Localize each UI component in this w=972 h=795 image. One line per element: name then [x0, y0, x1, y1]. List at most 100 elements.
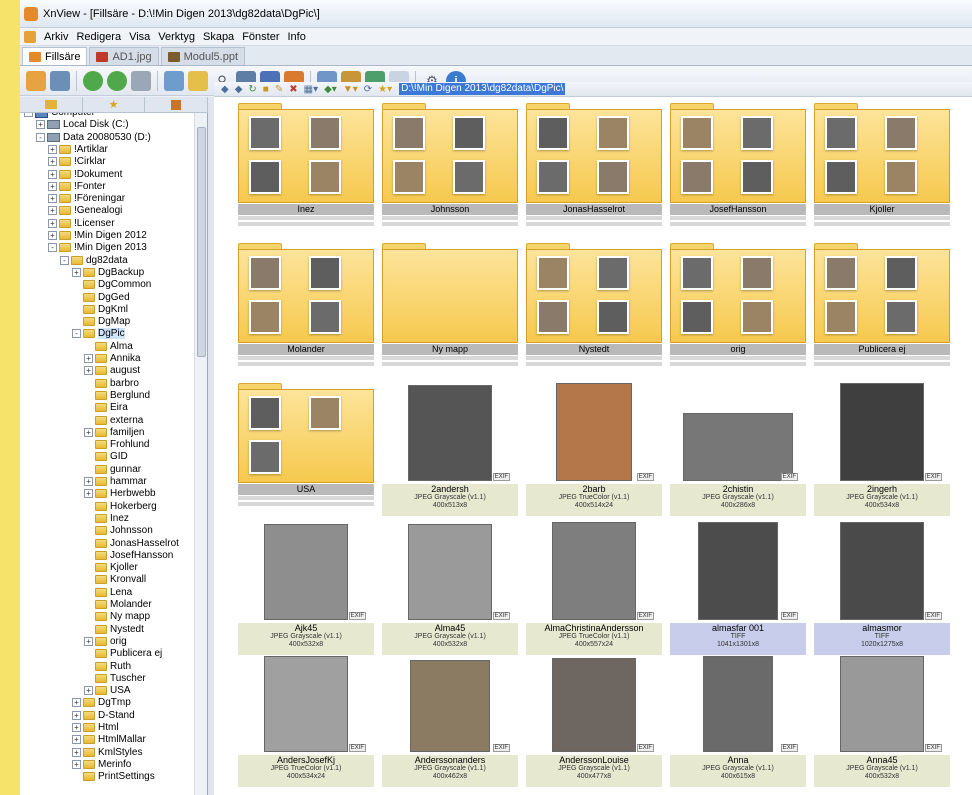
- favorites-icon[interactable]: ★▾: [378, 84, 392, 95]
- tree-node[interactable]: + !Licenser: [48, 217, 115, 230]
- tree-node[interactable]: - Data 20080530 (D:): [36, 131, 151, 144]
- open-icon[interactable]: [164, 70, 184, 91]
- menu-item[interactable]: Redigera: [72, 31, 125, 43]
- tree-node[interactable]: GID: [84, 450, 128, 463]
- tree-node[interactable]: + !Fonter: [48, 180, 106, 193]
- tree-node[interactable]: + hammar: [84, 475, 147, 488]
- tree-node[interactable]: JosefHansson: [84, 549, 173, 562]
- path-input[interactable]: D:\!Min Digen 2013\dg82data\DgPic\: [399, 83, 566, 95]
- refresh-view-icon[interactable]: ⟳: [364, 84, 372, 95]
- tree-node[interactable]: gunnar: [84, 463, 141, 476]
- tree-node[interactable]: JonasHasselrot: [84, 537, 179, 550]
- tree-node[interactable]: + DgTmp: [72, 696, 131, 709]
- expand-toggle-icon[interactable]: +: [48, 218, 57, 228]
- tree-node[interactable]: Molander: [84, 598, 152, 611]
- tree-node[interactable]: + Html: [72, 721, 119, 734]
- new-folder-icon[interactable]: [188, 70, 208, 91]
- expand-toggle-icon[interactable]: +: [72, 723, 81, 732]
- menu-item[interactable]: Skapa: [199, 31, 238, 43]
- menu-item[interactable]: Fönster: [238, 31, 283, 43]
- menu-item[interactable]: Verktyg: [154, 31, 199, 43]
- expand-toggle-icon[interactable]: +: [72, 698, 81, 708]
- tree-node[interactable]: PrintSettings: [72, 770, 155, 783]
- tree-node[interactable]: - dg82data: [60, 254, 128, 267]
- up-folder-icon[interactable]: [131, 70, 151, 91]
- tree-node[interactable]: + august: [84, 364, 140, 377]
- menu-item[interactable]: Visa: [125, 31, 154, 43]
- tree-node[interactable]: + HtmlMallar: [72, 733, 146, 746]
- tree-node[interactable]: + D-Stand: [72, 709, 135, 722]
- tab-2[interactable]: Modul5.ppt: [160, 47, 246, 65]
- expand-toggle-icon[interactable]: +: [48, 194, 57, 204]
- tree-node[interactable]: + KmlStyles: [72, 746, 142, 759]
- tree-node[interactable]: Publicera ej: [84, 647, 162, 660]
- tree-scrollbar[interactable]: [194, 113, 207, 795]
- expand-toggle-icon[interactable]: -: [60, 255, 69, 265]
- tree-node[interactable]: - !Min Digen 2013: [48, 241, 147, 254]
- back-icon[interactable]: [83, 70, 103, 91]
- tab-1[interactable]: AD1.jpg: [89, 47, 159, 65]
- folders-tab[interactable]: [20, 97, 83, 112]
- expand-toggle-icon[interactable]: +: [84, 366, 93, 376]
- tree-node[interactable]: + !Genealogi: [48, 204, 122, 217]
- tree-node[interactable]: + Merinfo: [72, 758, 131, 771]
- tree-node[interactable]: + !Dokument: [48, 168, 122, 181]
- tab-0[interactable]: Fillsäre: [22, 47, 88, 65]
- tree-node[interactable]: DgKml: [72, 303, 128, 316]
- expand-toggle-icon[interactable]: -: [48, 243, 57, 253]
- tree-node[interactable]: barbro: [84, 377, 139, 390]
- tree-node[interactable]: Tuscher: [84, 672, 146, 685]
- expand-toggle-icon[interactable]: -: [36, 132, 45, 142]
- menu-item[interactable]: Info: [283, 31, 309, 43]
- tree-node[interactable]: + Local Disk (C:): [36, 118, 129, 131]
- tree-node[interactable]: Alma: [84, 340, 133, 353]
- fullscreen-icon[interactable]: [50, 70, 70, 91]
- expand-toggle-icon[interactable]: +: [84, 354, 93, 363]
- tree-node[interactable]: Ny mapp: [84, 610, 150, 623]
- tree-node[interactable]: DgMap: [72, 315, 130, 328]
- expand-toggle-icon[interactable]: +: [84, 636, 93, 646]
- tree-node[interactable]: + !Min Digen 2012: [48, 229, 147, 242]
- tree-node[interactable]: Eira: [84, 401, 128, 414]
- edit-icon[interactable]: ✎: [275, 84, 283, 95]
- tree-scrollbar-thumb[interactable]: [197, 127, 206, 357]
- expand-toggle-icon[interactable]: +: [84, 686, 93, 696]
- nav-back-icon[interactable]: ◆: [221, 84, 229, 95]
- tree-node[interactable]: + !Cirklar: [48, 155, 106, 168]
- filter-icon[interactable]: ▼▾: [343, 84, 358, 95]
- tree-node[interactable]: Kronvall: [84, 573, 146, 586]
- expand-toggle-icon[interactable]: +: [84, 477, 93, 486]
- tree-node[interactable]: + familjen: [84, 426, 144, 439]
- browser-icon[interactable]: [26, 70, 46, 91]
- refresh-icon[interactable]: ↻: [248, 84, 256, 95]
- expand-toggle-icon[interactable]: +: [48, 157, 57, 167]
- expand-toggle-icon[interactable]: -: [72, 329, 81, 339]
- tree-node[interactable]: + Annika: [84, 352, 141, 365]
- folder-icon[interactable]: ■: [263, 84, 269, 95]
- expand-toggle-icon[interactable]: +: [72, 267, 81, 277]
- tree-node[interactable]: Kjoller: [84, 561, 138, 574]
- tree-node[interactable]: + !Föreningar: [48, 192, 125, 205]
- expand-toggle-icon[interactable]: +: [48, 231, 57, 240]
- tree-node[interactable]: Ruth: [84, 660, 131, 673]
- favorites-tab[interactable]: ★: [83, 97, 146, 112]
- expand-toggle-icon[interactable]: -: [24, 113, 33, 117]
- tree-node[interactable]: + USA: [84, 684, 131, 697]
- forward-icon[interactable]: [107, 70, 127, 91]
- expand-toggle-icon[interactable]: +: [72, 747, 81, 757]
- expand-toggle-icon[interactable]: +: [48, 169, 57, 179]
- tree-node[interactable]: + orig: [84, 635, 127, 648]
- tree-node[interactable]: DgCommon: [72, 278, 151, 291]
- delete-icon[interactable]: ✖: [289, 84, 297, 95]
- nav-forward-icon[interactable]: ◆: [235, 84, 243, 95]
- expand-toggle-icon[interactable]: +: [36, 120, 45, 130]
- expand-toggle-icon[interactable]: +: [72, 759, 81, 769]
- expand-toggle-icon[interactable]: +: [84, 489, 93, 499]
- expand-toggle-icon[interactable]: +: [48, 144, 57, 154]
- expand-toggle-icon[interactable]: +: [72, 735, 81, 745]
- tree-node[interactable]: - DgPic: [72, 327, 125, 340]
- tree-node[interactable]: Lena: [84, 586, 132, 599]
- tree-node[interactable]: Johnsson: [84, 524, 153, 537]
- expand-toggle-icon[interactable]: +: [84, 427, 93, 437]
- tree-node[interactable]: Nystedt: [84, 623, 144, 636]
